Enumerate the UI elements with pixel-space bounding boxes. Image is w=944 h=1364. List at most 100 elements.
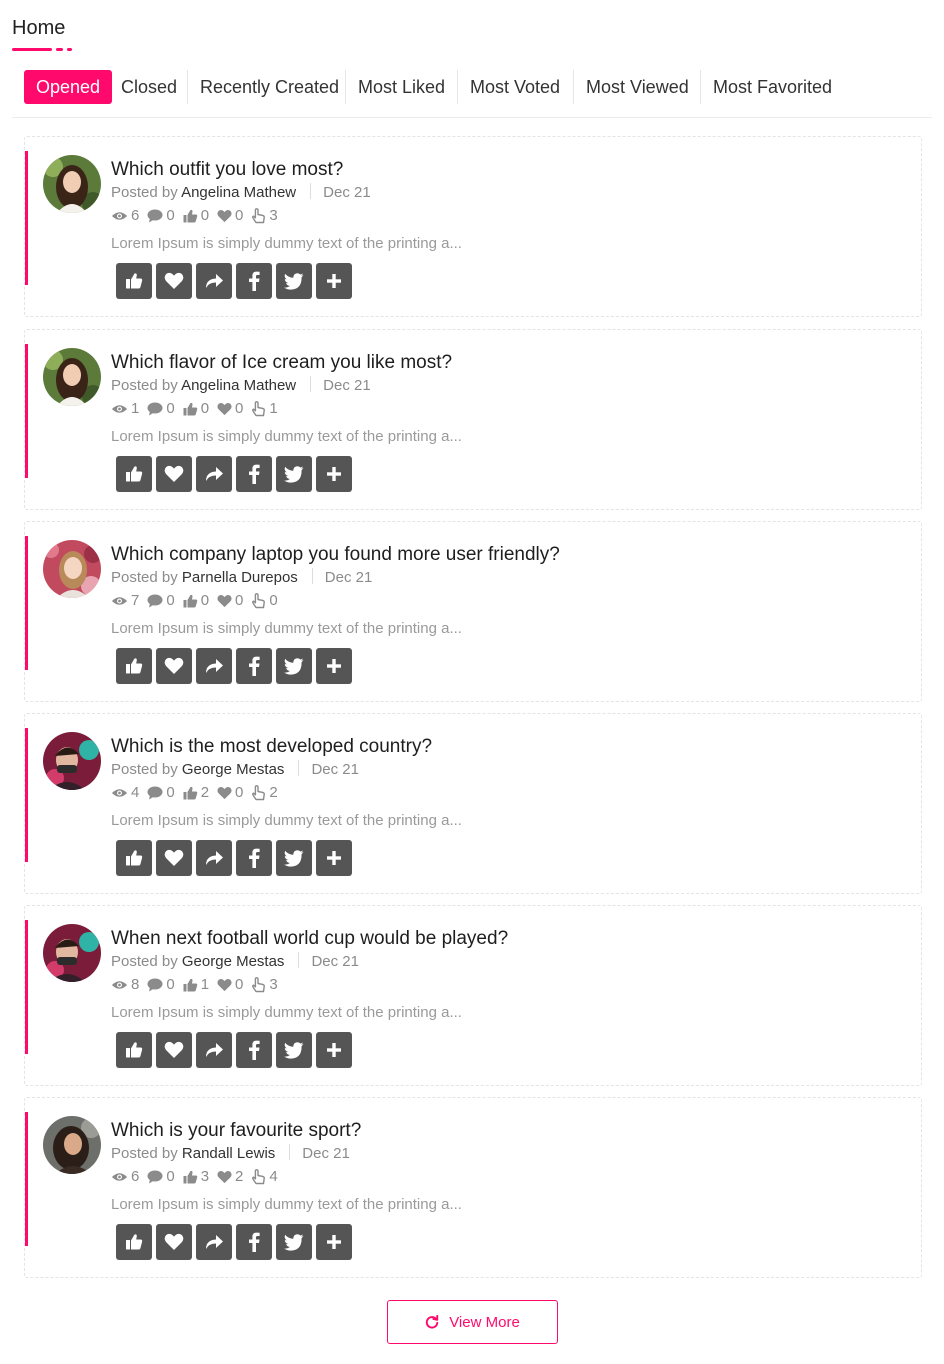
question-excerpt: Lorem Ipsum is simply dummy text of the … (111, 812, 462, 829)
thumbs-up-icon (126, 466, 143, 482)
tab-most-favorited[interactable]: Most Favorited (713, 70, 832, 104)
avatar[interactable] (43, 540, 101, 598)
share-button[interactable] (196, 456, 232, 492)
like-button[interactable] (116, 1224, 152, 1260)
share-icon (206, 659, 223, 673)
question-card: Which company laptop you found more user… (24, 521, 922, 702)
hand-pointer-icon (252, 400, 266, 416)
facebook-share-button[interactable] (236, 648, 272, 684)
more-button[interactable] (316, 1224, 352, 1260)
votes-stat: 0 (251, 592, 278, 609)
share-button[interactable] (196, 648, 232, 684)
question-card: When next football world cup would be pl… (24, 905, 922, 1086)
votes-count: 4 (269, 1168, 278, 1185)
plus-icon (327, 274, 341, 288)
facebook-share-button[interactable] (236, 1224, 272, 1260)
author-link[interactable]: Parnella Durepos (182, 569, 298, 586)
avatar[interactable] (43, 732, 101, 790)
comments-count: 0 (166, 207, 175, 224)
like-button[interactable] (116, 840, 152, 876)
heart-icon (164, 272, 184, 289)
thumbs-up-icon (126, 1234, 143, 1250)
favorite-button[interactable] (156, 1224, 192, 1260)
likes-stat: 0 (183, 592, 209, 609)
question-title[interactable]: Which flavor of Ice cream you like most? (111, 352, 452, 374)
more-button[interactable] (316, 1032, 352, 1068)
more-button[interactable] (316, 840, 352, 876)
author-link[interactable]: Randall Lewis (182, 1145, 275, 1162)
favorite-button[interactable] (156, 263, 192, 299)
meta-divider (310, 183, 312, 199)
heart-icon (164, 465, 184, 482)
share-button[interactable] (196, 263, 232, 299)
question-meta: Posted by George Mestas Dec 21 (111, 760, 359, 778)
twitter-share-button[interactable] (276, 840, 312, 876)
more-button[interactable] (316, 456, 352, 492)
post-date: Dec 21 (311, 761, 359, 778)
twitter-share-button[interactable] (276, 648, 312, 684)
like-button[interactable] (116, 1032, 152, 1068)
avatar[interactable] (43, 1116, 101, 1174)
view-more-button[interactable]: View More (387, 1300, 558, 1344)
share-button[interactable] (196, 1224, 232, 1260)
avatar[interactable] (43, 348, 101, 406)
facebook-share-button[interactable] (236, 456, 272, 492)
tab-most-viewed[interactable]: Most Viewed (586, 70, 689, 104)
post-date: Dec 21 (324, 569, 373, 586)
eye-icon (111, 788, 128, 797)
avatar[interactable] (43, 924, 101, 982)
twitter-icon (284, 1233, 304, 1251)
author-link[interactable]: Angelina Mathew (181, 184, 296, 201)
posted-by-label: Posted by (111, 569, 178, 586)
posted-by-label: Posted by (111, 377, 178, 394)
question-title[interactable]: Which outfit you love most? (111, 159, 343, 181)
author-link[interactable]: George Mestas (182, 761, 285, 778)
more-button[interactable] (316, 263, 352, 299)
facebook-share-button[interactable] (236, 840, 272, 876)
views-stat: 6 (111, 1168, 139, 1185)
share-button[interactable] (196, 840, 232, 876)
tab-most-voted[interactable]: Most Voted (470, 70, 560, 104)
favorites-stat: 0 (217, 207, 243, 224)
like-button[interactable] (116, 263, 152, 299)
facebook-share-button[interactable] (236, 1032, 272, 1068)
favorite-button[interactable] (156, 648, 192, 684)
like-button[interactable] (116, 456, 152, 492)
author-link[interactable]: George Mestas (182, 953, 285, 970)
question-title[interactable]: When next football world cup would be pl… (111, 928, 508, 950)
share-button[interactable] (196, 1032, 232, 1068)
facebook-share-button[interactable] (236, 263, 272, 299)
question-actions (116, 648, 356, 684)
question-stats: 1 0 0 0 1 (111, 400, 286, 417)
views-count: 6 (131, 1168, 140, 1185)
twitter-share-button[interactable] (276, 263, 312, 299)
twitter-share-button[interactable] (276, 1224, 312, 1260)
likes-stat: 0 (183, 207, 209, 224)
likes-count: 3 (200, 1168, 210, 1185)
likes-count: 0 (200, 592, 210, 609)
votes-stat: 3 (251, 976, 278, 993)
votes-count: 3 (269, 207, 278, 224)
author-link[interactable]: Angelina Mathew (181, 377, 296, 394)
tab-recently-created[interactable]: Recently Created (200, 70, 339, 104)
tab-most-liked[interactable]: Most Liked (358, 70, 445, 104)
posted-by-label: Posted by (111, 953, 178, 970)
twitter-share-button[interactable] (276, 456, 312, 492)
heart-icon (164, 1233, 184, 1250)
twitter-icon (284, 1041, 304, 1059)
views-stat: 8 (111, 976, 139, 993)
views-stat: 1 (111, 400, 139, 417)
question-title[interactable]: Which company laptop you found more user… (111, 544, 560, 566)
favorite-button[interactable] (156, 840, 192, 876)
avatar[interactable] (43, 155, 101, 213)
twitter-share-button[interactable] (276, 1032, 312, 1068)
plus-icon (327, 851, 341, 865)
question-title[interactable]: Which is the most developed country? (111, 736, 432, 758)
favorite-button[interactable] (156, 1032, 192, 1068)
more-button[interactable] (316, 648, 352, 684)
tab-closed[interactable]: Closed (121, 70, 177, 104)
favorite-button[interactable] (156, 456, 192, 492)
question-title[interactable]: Which is your favourite sport? (111, 1120, 361, 1142)
like-button[interactable] (116, 648, 152, 684)
tab-opened[interactable]: Opened (24, 70, 113, 104)
